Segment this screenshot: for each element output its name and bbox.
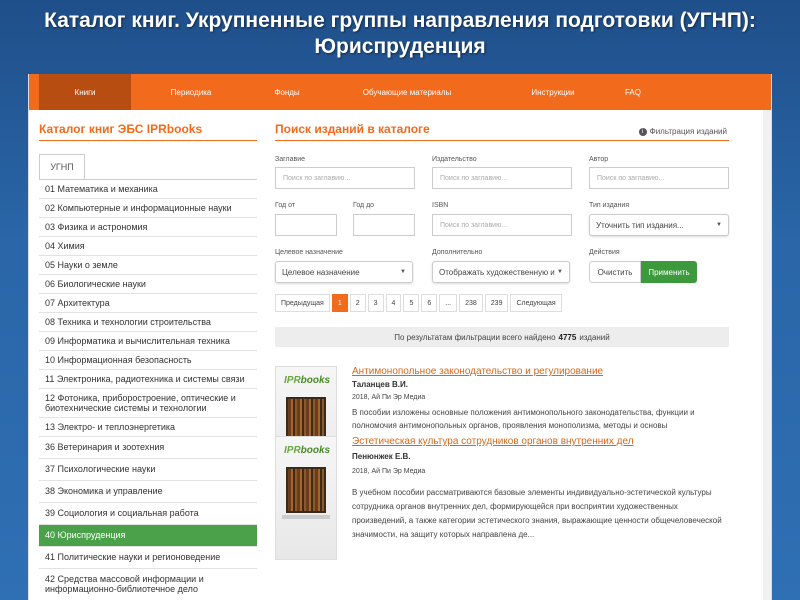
category-item[interactable]: 11 Электроника, радиотехника и системы с… [39,370,257,389]
label-publisher: Издательство [432,156,477,163]
book-cover[interactable]: IPRbooks [275,436,337,560]
category-item-active[interactable]: 40 Юриспруденция [39,525,257,547]
category-item[interactable]: 01 Математика и механика [39,180,257,199]
iprbooks-logo: IPRbooks [284,445,330,456]
book-author: Таланцев В.И. [352,380,408,389]
label-actions: Действия [589,249,620,256]
nav-item-books[interactable]: Книги [39,74,131,110]
chevron-down-icon: ▼ [400,269,406,275]
author-input[interactable]: Поиск по заглавию... [589,167,729,189]
label-year-to: Год до [353,202,375,209]
isbn-input[interactable]: Поиск по заглавию... [432,214,572,236]
category-item[interactable]: 04 Химия [39,237,257,256]
nav-item-funds[interactable]: Фонды [251,74,323,110]
clear-button[interactable]: Очистить [589,261,641,283]
result-prefix: По результатам фильтрации всего найдено [394,332,556,342]
page-button[interactable]: 3 [367,294,384,312]
category-item[interactable]: 38 Экономика и управление [39,481,257,503]
nav-item-faq[interactable]: FAQ [615,74,651,110]
top-navigation: Книги Периодика Фонды Обучающие материал… [29,74,771,110]
filter-link-label: Фильтрация изданий [649,127,727,136]
label-isbn: ISBN [432,202,449,209]
extra-select[interactable]: Отображать художественную и ▼ [432,261,570,283]
category-item[interactable]: 05 Науки о земле [39,256,257,275]
category-item[interactable]: 10 Информационная безопасность [39,351,257,370]
nav-item-periodicals[interactable]: Периодика [131,74,251,110]
category-item[interactable]: 36 Ветеринария и зоотехния [39,437,257,459]
logo-part-b: books [300,445,331,456]
book-publisher: 2018, Ай Пи Эр Медиа [352,394,426,401]
label-title: Заглавие [275,156,306,163]
chevron-down-icon: ▼ [716,222,722,228]
category-item[interactable]: 42 Средства массовой информации и информ… [39,569,257,600]
category-item[interactable]: 37 Психологические науки [39,459,257,481]
nav-item-instructions[interactable]: Инструкции [491,74,615,110]
tab-ugnp[interactable]: УГНП [39,154,85,180]
type-select-value: Уточнить тип издания... [596,220,684,230]
logo-part-b: books [300,375,331,386]
book-author: Пенюнжек Е.В. [352,452,411,461]
purpose-select-value: Целевое назначение [282,267,360,277]
scrollbar[interactable] [763,110,771,600]
category-item[interactable]: 07 Архитектура [39,294,257,313]
search-title: Поиск изданий в каталоге [275,122,430,136]
book-title-link[interactable]: Антимонопольное законодательство и регул… [352,366,603,377]
type-select[interactable]: Уточнить тип издания... ▼ [589,214,729,236]
chevron-down-icon: ▼ [557,269,563,275]
category-item[interactable]: 08 Техника и технологии строительства [39,313,257,332]
page-button-active[interactable]: 1 [331,294,348,312]
purpose-select[interactable]: Целевое назначение ▼ [275,261,413,283]
category-item[interactable]: 09 Информатика и вычислительная техника [39,332,257,351]
iprbooks-logo: IPRbooks [284,375,330,386]
result-summary: По результатам фильтрации всего найдено … [275,327,729,347]
divider [39,140,257,141]
category-item[interactable]: 13 Электро- и теплоэнергетика [39,418,257,437]
filter-link[interactable]: i Фильтрация изданий [638,127,727,136]
page-next-button[interactable]: Следующая [510,294,562,312]
info-icon: i [638,127,647,136]
label-extra: Дополнительно [432,249,483,256]
divider [275,140,729,141]
category-list: 01 Математика и механика 02 Компьютерные… [39,179,257,600]
page-button[interactable]: 238 [459,294,483,312]
category-item[interactable]: 12 Фотоника, приборостроение, оптические… [39,389,257,418]
page-button[interactable]: 2 [349,294,366,312]
title-input[interactable]: Поиск по заглавию... [275,167,415,189]
publisher-input[interactable]: Поиск по заглавию... [432,167,572,189]
catalog-screenshot: Книги Периодика Фонды Обучающие материал… [28,74,772,600]
category-item[interactable]: 02 Компьютерные и информационные науки [39,199,257,218]
result-count: 4775 [558,332,577,342]
year-from-input[interactable] [275,214,337,236]
page-button[interactable]: 239 [484,294,509,312]
logo-part-a: IPR [284,445,301,456]
book-description: В пособии изложены основные положения ан… [352,408,695,430]
label-author: Автор [589,156,609,163]
category-item[interactable]: 03 Физика и астрономия [39,218,257,237]
book-publisher: 2018, Ай Пи Эр Медиа [352,468,426,475]
page-ellipsis: ... [439,294,458,312]
book-description: В учебном пособии рассматриваются базовы… [352,488,722,539]
nav-item-learning-materials[interactable]: Обучающие материалы [323,74,491,110]
label-year-from: Год от [275,202,296,209]
year-to-input[interactable] [353,214,415,236]
slide-title: Каталог книг. Укрупненные группы направл… [44,9,756,58]
category-item[interactable]: 39 Социология и социальная работа [39,503,257,525]
extra-select-value: Отображать художественную и [439,267,555,277]
category-item[interactable]: 41 Политические науки и регионоведение [39,547,257,569]
apply-button[interactable]: Применить [641,261,697,283]
bookshelf-image [286,467,326,513]
pagination: Предыдущая 1 2 3 4 5 6 ... 238 239 Следу… [275,294,562,312]
book-title-link[interactable]: Эстетическая культура сотрудников органо… [352,436,634,447]
page-prev-button[interactable]: Предыдущая [275,294,330,312]
result-suffix: изданий [579,332,610,342]
page-button[interactable]: 5 [403,294,420,312]
label-type: Тип издания [589,202,630,209]
page-button[interactable]: 4 [385,294,402,312]
logo-part-a: IPR [284,375,301,386]
shelf-base [282,515,330,519]
label-purpose: Целевое назначение [275,249,343,256]
catalog-title: Каталог книг ЭБС IPRbooks [39,122,203,136]
page-button[interactable]: 6 [421,294,438,312]
category-item[interactable]: 06 Биологические науки [39,275,257,294]
